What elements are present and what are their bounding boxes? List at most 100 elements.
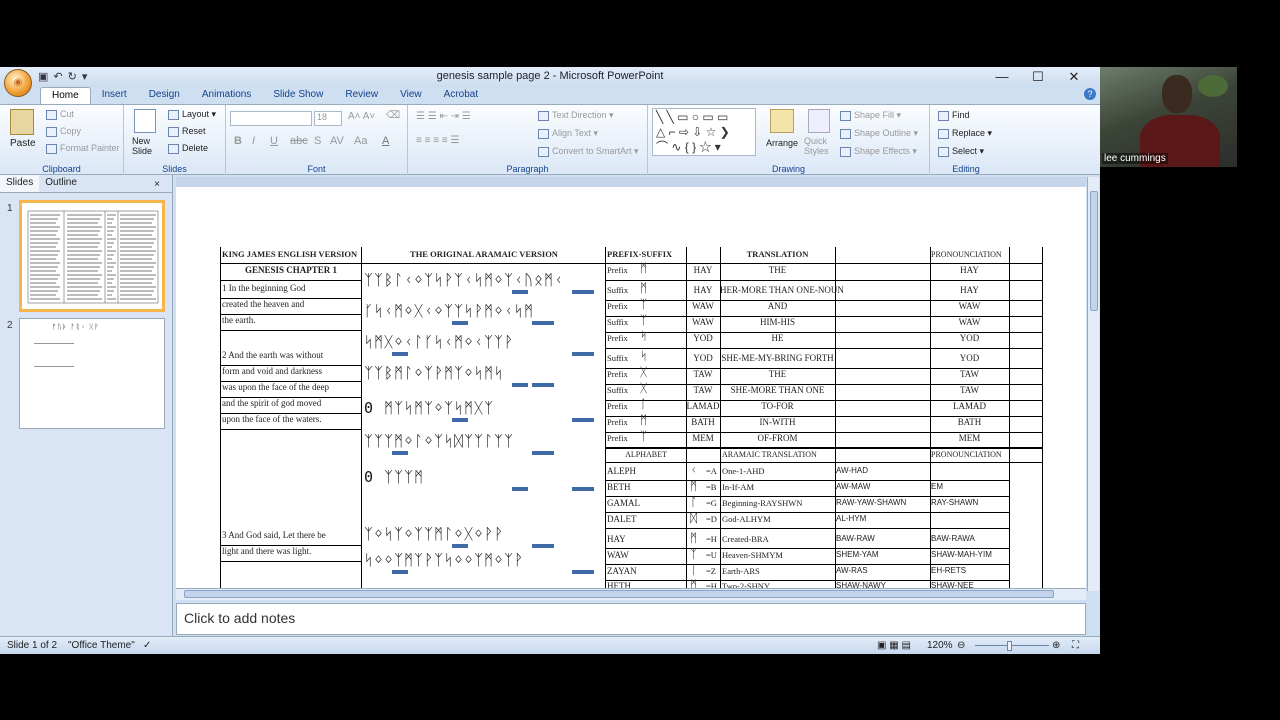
font-size-field[interactable]: 18	[314, 111, 342, 126]
zoom-slider[interactable]	[975, 645, 1049, 646]
drawing-group: ╲ ╲ ▭ ○ ▭ ▭ △ ⌐ ⇨ ⇩ ☆ ❯ ⌒ ∿ { } ☆ ▾ Arrang…	[648, 105, 930, 175]
tab-review[interactable]: Review	[334, 87, 389, 105]
help-icon[interactable]: ?	[1084, 88, 1096, 100]
text-direction-button[interactable]: Text Direction ▾	[538, 110, 614, 121]
align-text-button[interactable]: Align Text ▾	[538, 128, 598, 139]
font-name-field[interactable]	[230, 111, 312, 126]
alphabet-equals: =Z	[706, 566, 716, 576]
tab-view[interactable]: View	[389, 87, 433, 105]
header-aramaic: THE ORIGINAL ARAMAIC VERSION	[410, 249, 558, 259]
alphabet-translation: Earth-ARS	[722, 566, 760, 576]
clear-formatting-icon[interactable]: ⌫	[386, 110, 400, 121]
shapes-gallery[interactable]: ╲ ╲ ▭ ○ ▭ ▭ △ ⌐ ⇨ ⇩ ☆ ❯ ⌒ ∿ { } ☆ ▾	[652, 108, 756, 156]
quick-styles-button[interactable]: Quick Styles	[804, 136, 836, 156]
tab-slides[interactable]: Slides	[0, 175, 40, 192]
select-button[interactable]: Select ▾	[938, 146, 984, 157]
copy-button[interactable]: Copy	[46, 126, 81, 137]
alphabet-name: ALEPH	[607, 466, 636, 476]
alphabet-glyph: ᛗ	[690, 531, 698, 545]
view-buttons[interactable]: ▣ ▦ ▤	[877, 640, 911, 651]
spacing-icon[interactable]: AV	[330, 135, 344, 147]
strikethrough-icon[interactable]: abc	[290, 135, 308, 147]
alphabet-translation: Created-BRA	[722, 534, 769, 544]
underline-icon[interactable]: U	[270, 135, 278, 147]
aramaic-line: 0 ᛉᛉᛉᛗ	[364, 468, 425, 486]
shape-outline-button[interactable]: Shape Outline ▾	[840, 128, 918, 139]
translation-value: HER-MORE THAN ONE-NOUN	[720, 285, 844, 295]
kjv-line: 3 And God said, Let there be	[222, 530, 326, 540]
tab-slide-show[interactable]: Slide Show	[262, 87, 334, 105]
horizontal-scrollbar[interactable]	[176, 588, 1086, 600]
thumb2-title: ᚠᚢᚦ ᚨᚱᚲ ᚷᚹ	[52, 324, 100, 331]
slide-thumbnail-1[interactable]	[19, 200, 165, 312]
find-button[interactable]: Find	[938, 110, 970, 121]
zoom-out-icon[interactable]: ⊖	[957, 640, 965, 651]
redo-icon[interactable]: ↻	[68, 70, 77, 83]
format-painter-button[interactable]: Format Painter	[46, 143, 120, 154]
cut-button[interactable]: Cut	[46, 109, 74, 120]
replace-button[interactable]: Replace ▾	[938, 128, 992, 139]
editing-label: Editing	[952, 164, 980, 174]
outline-icon	[840, 128, 851, 139]
prefix-letter: ᛋ	[640, 329, 648, 343]
table-vline	[605, 247, 606, 591]
tab-home[interactable]: Home	[40, 87, 91, 105]
tab-animations[interactable]: Animations	[191, 87, 262, 105]
translation-value: SHE-ME-MY-BRING FORTH	[721, 353, 834, 363]
grow-font-icon[interactable]: A˄ A˅	[348, 111, 375, 122]
shape-effects-button[interactable]: Shape Effects ▾	[840, 146, 917, 157]
change-case-icon[interactable]: Aa	[354, 135, 367, 147]
shape-fill-button[interactable]: Shape Fill ▾	[840, 110, 901, 121]
vscroll-thumb[interactable]	[1090, 191, 1098, 311]
fit-window-icon[interactable]: ⛶	[1072, 640, 1079, 651]
vertical-scrollbar[interactable]	[1087, 177, 1099, 591]
convert-smartart-button[interactable]: Convert to SmartArt ▾	[538, 146, 639, 157]
alphabet-name: GAMAL	[607, 498, 640, 508]
reset-button[interactable]: Reset	[168, 126, 206, 137]
hscroll-thumb[interactable]	[184, 590, 1054, 598]
new-slide-button[interactable]: New Slide	[132, 136, 162, 156]
slides-panel: Slides Outline × 1 2 ᚠᚢᚦ ᚨᚱᚲ ᚷᚹ	[0, 175, 173, 641]
bold-icon[interactable]: B	[234, 135, 242, 147]
translation-value: AND	[767, 301, 788, 311]
undo-icon[interactable]: ↶	[53, 70, 62, 83]
delete-button[interactable]: Delete	[168, 143, 208, 154]
tab-outline[interactable]: Outline	[39, 175, 83, 192]
tab-insert[interactable]: Insert	[91, 87, 138, 105]
alphabet-glyph: ᛉ	[690, 547, 698, 561]
zoom-slider-handle[interactable]	[1007, 641, 1012, 651]
alphabet-row-line	[605, 512, 1009, 513]
save-icon[interactable]: ▣	[38, 70, 48, 83]
shadow-icon[interactable]: S	[314, 135, 321, 147]
minimize-icon[interactable]: —	[984, 67, 1020, 87]
maximize-icon[interactable]: ☐	[1020, 67, 1056, 87]
close-panel-icon[interactable]: ×	[148, 177, 166, 192]
font-color-icon[interactable]: A	[382, 135, 389, 147]
close-icon[interactable]: ✕	[1056, 67, 1092, 87]
notes-pane[interactable]: Click to add notes	[176, 603, 1086, 635]
slide-canvas[interactable]: KING JAMES ENGLISH VERSION THE ORIGINAL A…	[176, 187, 1086, 591]
paste-button[interactable]: Paste	[10, 138, 36, 149]
slide-thumbnail-2[interactable]: ᚠᚢᚦ ᚨᚱᚲ ᚷᚹ	[19, 318, 165, 429]
zoom-level[interactable]: 120%	[927, 640, 953, 651]
align-icons[interactable]: ≡ ≡ ≡ ≡ ☰	[416, 135, 459, 146]
arrange-button[interactable]: Arrange	[766, 138, 798, 148]
bullets-icon[interactable]: ☰ ☰ ⇤ ⇥ ☰	[416, 111, 471, 122]
spell-check-icon[interactable]: ✓	[143, 640, 151, 651]
letter-name: LAMAD	[686, 401, 720, 411]
alphabet-name: ZAYAN	[607, 566, 637, 576]
zoom-in-icon[interactable]: ⊕	[1052, 640, 1060, 651]
alphabet-equals: =D	[706, 514, 717, 524]
customize-qat-icon[interactable]: ▾	[82, 70, 88, 83]
layout-button[interactable]: Layout ▾	[168, 109, 216, 120]
tab-design[interactable]: Design	[138, 87, 191, 105]
italic-icon[interactable]: I	[252, 135, 255, 147]
tab-acrobat[interactable]: Acrobat	[433, 87, 489, 105]
table-hline	[605, 462, 1043, 463]
letter-name: BATH	[691, 417, 715, 427]
slides-label: Slides	[162, 164, 187, 174]
window-title: genesis sample page 2 - Microsoft PowerP…	[436, 70, 664, 82]
kjv-row-line	[220, 561, 361, 562]
office-button[interactable]: ◉	[4, 69, 32, 97]
alphabet-glyph: ᛚ	[690, 495, 698, 509]
